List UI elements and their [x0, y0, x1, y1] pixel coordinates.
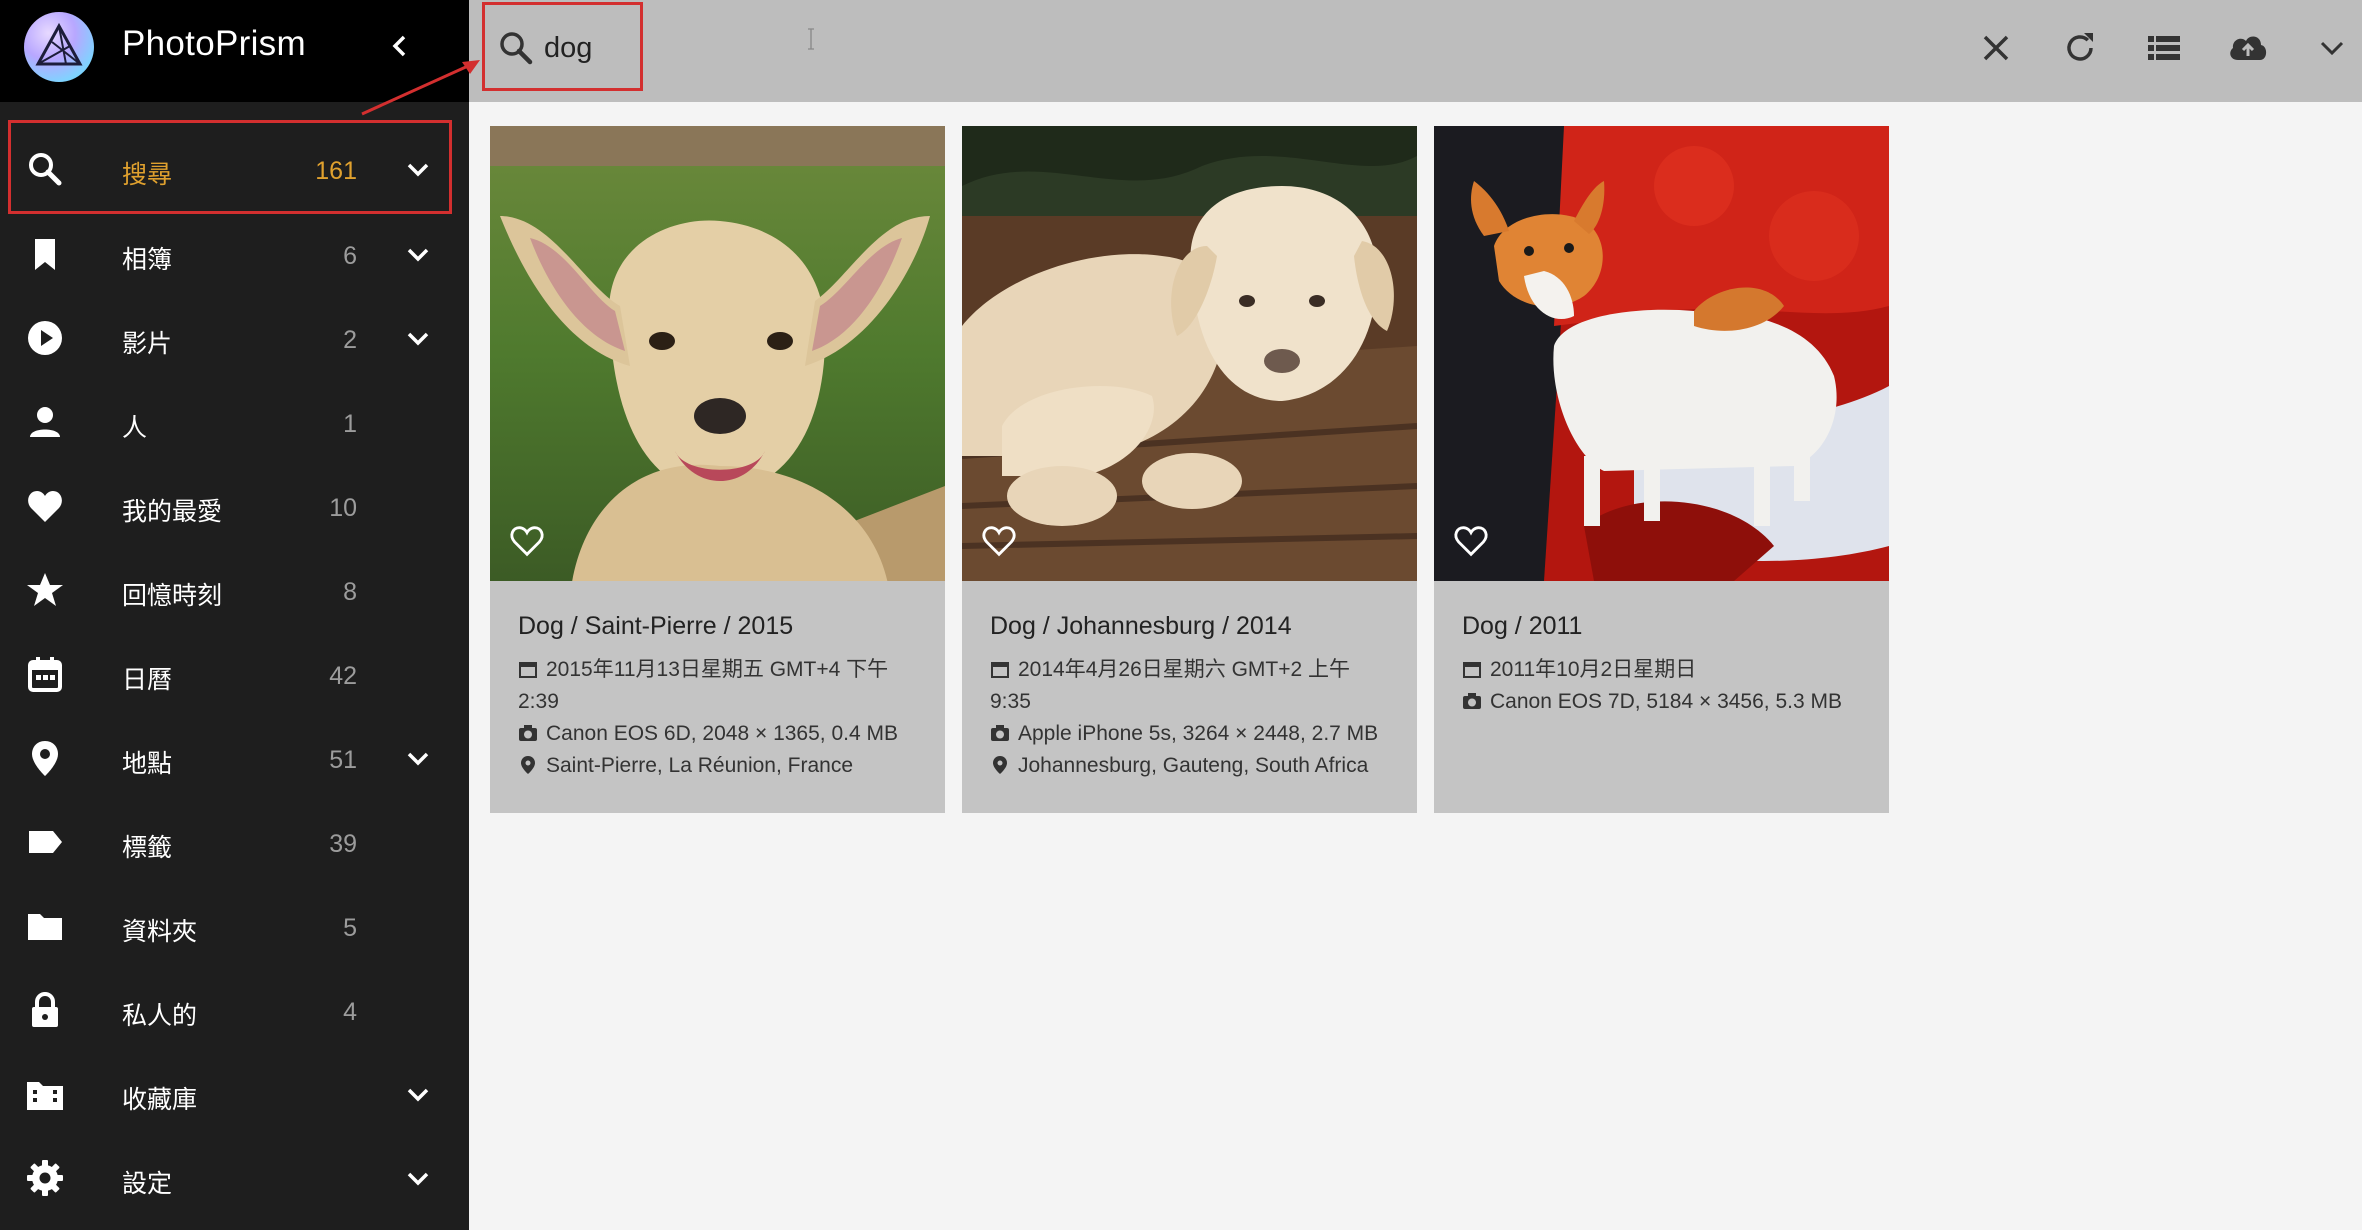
camera-icon: [519, 725, 537, 741]
photo-camera: Canon EOS 6D, 2048 × 1365, 0.4 MB: [518, 718, 898, 750]
map-marker-icon: [521, 756, 535, 774]
text-cursor-icon: [808, 28, 814, 50]
refresh-icon[interactable]: [2058, 26, 2102, 70]
chevron-left-icon: [392, 35, 406, 57]
sidebar-item-label: 設定: [122, 1170, 173, 1198]
sidebar-item-private[interactable]: 私人的 4: [0, 969, 469, 1053]
heart-outline-icon[interactable]: [508, 522, 546, 560]
calendar-icon: [1463, 662, 1481, 678]
sidebar-item-label: 標籤: [122, 834, 173, 862]
photo-title: Dog / 2011: [1462, 612, 1583, 640]
star-icon: [27, 573, 63, 606]
sidebar-item-videos[interactable]: 影片 2: [0, 297, 469, 381]
play-circle-icon: [28, 321, 62, 355]
sidebar-item-count: 5: [343, 914, 357, 942]
sidebar-item-label: 收藏庫: [122, 1086, 198, 1114]
app-title: PhotoPrism: [122, 24, 306, 63]
photo-title: Dog / Saint-Pierre / 2015: [518, 612, 794, 640]
sidebar-item-label: 人: [122, 414, 148, 442]
person-icon: [30, 407, 60, 437]
photo-thumbnail-dog-saint-pierre[interactable]: [490, 126, 945, 581]
sidebar-collapse-button[interactable]: [380, 26, 420, 66]
search-input-highlight: [482, 2, 643, 91]
heart-outline-icon[interactable]: [980, 522, 1018, 560]
chevron-down-icon[interactable]: [400, 1161, 436, 1197]
sidebar-item-label: 我的最愛: [122, 498, 223, 526]
sidebar-item-count: 42: [329, 662, 357, 690]
photo-thumbnail-dog-johannesburg[interactable]: [962, 126, 1417, 581]
sidebar-item-count: 39: [329, 830, 357, 858]
chevron-down-icon[interactable]: [2310, 26, 2354, 70]
sidebar-item-folders[interactable]: 資料夾 5: [0, 885, 469, 969]
sidebar-item-people[interactable]: 人 1: [0, 381, 469, 465]
photo-card[interactable]: Dog / 2011 2011年10月2日星期日 Canon EOS 7D, 5…: [1434, 126, 1889, 813]
sidebar-item-calendar[interactable]: 日曆 42: [0, 633, 469, 717]
sidebar-item-label: 相簿: [122, 246, 173, 274]
sidebar-item-places[interactable]: 地點 51: [0, 717, 469, 801]
photo-location: Johannesburg, Gauteng, South Africa: [990, 750, 1368, 782]
map-marker-icon: [993, 756, 1007, 774]
heart-outline-icon[interactable]: [1452, 522, 1490, 560]
photo-camera: Canon EOS 7D, 5184 × 3456, 5.3 MB: [1462, 686, 1842, 718]
calendar-icon: [991, 662, 1009, 678]
sidebar-item-count: 6: [343, 242, 357, 270]
sidebar-item-count: 10: [329, 494, 357, 522]
photo-date: 2014年4月26日星期六 GMT+2 上午 9:35: [990, 658, 1351, 713]
sidebar-item-label: 資料夾: [122, 918, 198, 946]
photo-location: Saint-Pierre, La Réunion, France: [518, 750, 853, 782]
sidebar-item-label: 日曆: [122, 666, 173, 694]
sidebar-item-label: 影片: [122, 330, 173, 358]
photoprism-logo[interactable]: [24, 12, 94, 82]
sidebar-item-label: 私人的: [122, 1002, 198, 1030]
photo-card[interactable]: Dog / Saint-Pierre / 2015 2015年11月13日星期五…: [490, 126, 945, 813]
search-item-highlight: [8, 120, 452, 214]
calendar-icon: [519, 662, 537, 678]
sidebar-item-favorites[interactable]: 我的最愛 10: [0, 465, 469, 549]
sidebar-item-count: 2: [343, 326, 357, 354]
bookmark-icon: [35, 239, 55, 270]
photo-card[interactable]: Dog / Johannesburg / 2014 2014年4月26日星期六 …: [962, 126, 1417, 813]
heart-icon: [28, 491, 62, 522]
sidebar-item-count: 51: [329, 746, 357, 774]
sidebar-item-albums[interactable]: 相簿 6: [0, 213, 469, 297]
sidebar: PhotoPrism 搜尋 161 相簿 6 影片 2 人 1 我的最愛 10 …: [0, 0, 469, 1230]
photo-camera: Apple iPhone 5s, 3264 × 2448, 2.7 MB: [990, 718, 1378, 750]
sidebar-item-count: 8: [343, 578, 357, 606]
chevron-down-icon[interactable]: [400, 237, 436, 273]
close-icon[interactable]: [1974, 26, 2018, 70]
chevron-down-icon[interactable]: [400, 1077, 436, 1113]
photo-date: 2011年10月2日星期日: [1462, 654, 1696, 686]
cloud-upload-icon[interactable]: [2226, 26, 2270, 70]
gear-icon: [27, 1160, 63, 1196]
list-view-icon[interactable]: [2142, 26, 2186, 70]
photo-date: 2015年11月13日星期五 GMT+4 下午 2:39: [518, 658, 889, 713]
sidebar-item-label: 地點: [122, 750, 173, 778]
camera-icon: [1463, 693, 1481, 709]
calendar-icon: [28, 657, 62, 692]
sidebar-item-moments[interactable]: 回憶時刻 8: [0, 549, 469, 633]
map-marker-icon: [32, 741, 58, 776]
sidebar-item-library[interactable]: 收藏庫: [0, 1053, 469, 1137]
chevron-down-icon[interactable]: [400, 321, 436, 357]
sidebar-header: PhotoPrism: [0, 0, 469, 102]
photo-title: Dog / Johannesburg / 2014: [990, 612, 1292, 640]
photo-thumbnail-dog-2011[interactable]: [1434, 126, 1889, 581]
label-icon: [29, 831, 62, 853]
sidebar-item-settings[interactable]: 設定: [0, 1137, 469, 1221]
sidebar-item-count: 4: [343, 998, 357, 1026]
chevron-down-icon[interactable]: [400, 741, 436, 777]
sidebar-item-count: 1: [343, 410, 357, 438]
sidebar-item-labels[interactable]: 標籤 39: [0, 801, 469, 885]
lock-icon: [32, 991, 58, 1027]
camera-icon: [991, 725, 1009, 741]
folder-icon: [28, 914, 62, 940]
sidebar-item-label: 回憶時刻: [122, 582, 223, 610]
film-folder-icon: [27, 1082, 63, 1110]
